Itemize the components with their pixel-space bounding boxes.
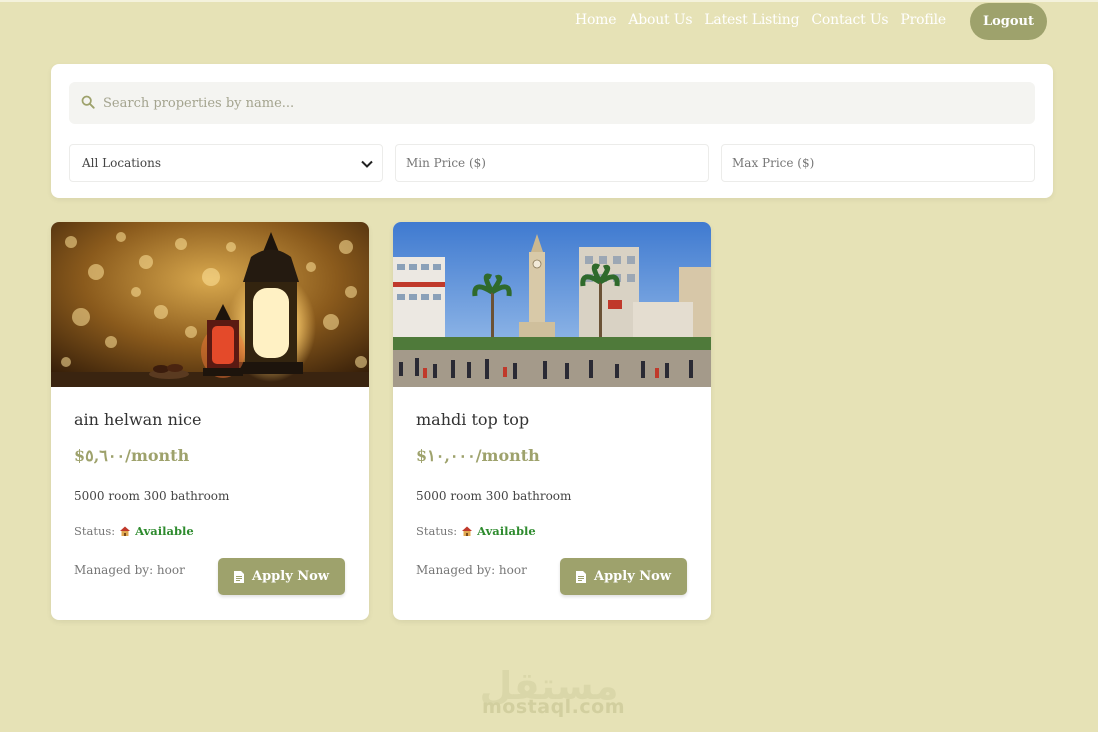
min-price-input[interactable] xyxy=(395,144,709,182)
property-card: mahdi top top $١٠,٠٠٠/month 5000 room 30… xyxy=(393,222,711,620)
nav-link-contact[interactable]: Contact Us xyxy=(811,12,888,28)
document-icon xyxy=(575,570,586,583)
logout-button[interactable]: Logout xyxy=(970,3,1047,40)
status-label: Status: xyxy=(74,524,116,538)
property-title[interactable]: mahdi top top xyxy=(416,410,529,429)
property-price: $٥,٦٠٠/month xyxy=(74,446,190,465)
apply-now-label: Apply Now xyxy=(593,569,672,584)
property-image-lantern xyxy=(51,222,369,387)
status-badge: Available xyxy=(135,524,194,538)
nav-links: Home About Us Latest Listing Contact Us … xyxy=(575,12,946,28)
nav-link-profile[interactable]: Profile xyxy=(900,12,946,28)
search-icon xyxy=(81,95,95,109)
property-status: Status: Available xyxy=(416,524,536,538)
max-price-input[interactable] xyxy=(721,144,1035,182)
property-card: ain helwan nice $٥,٦٠٠/month 5000 room 3… xyxy=(51,222,369,620)
property-title[interactable]: ain helwan nice xyxy=(74,410,201,429)
location-select[interactable]: All Locations xyxy=(69,144,383,182)
property-image-clock-tower xyxy=(393,222,711,387)
nav-link-home[interactable]: Home xyxy=(575,12,617,28)
nav-link-latest-listing[interactable]: Latest Listing xyxy=(704,12,799,28)
property-price: $١٠,٠٠٠/month xyxy=(416,446,540,465)
property-manager: Managed by: hoor xyxy=(416,563,527,577)
property-status: Status: Available xyxy=(74,524,194,538)
apply-now-button[interactable]: Apply Now xyxy=(218,558,345,595)
house-icon xyxy=(120,526,131,536)
status-badge: Available xyxy=(477,524,536,538)
location-select-value: All Locations xyxy=(82,156,161,170)
apply-now-button[interactable]: Apply Now xyxy=(560,558,687,595)
top-navbar: Home About Us Latest Listing Contact Us … xyxy=(0,2,1098,42)
document-icon xyxy=(233,570,244,583)
filter-panel: All Locations xyxy=(51,64,1053,198)
apply-now-label: Apply Now xyxy=(251,569,330,584)
status-label: Status: xyxy=(416,524,458,538)
property-manager: Managed by: hoor xyxy=(74,563,185,577)
search-box xyxy=(69,82,1035,124)
chevron-down-icon xyxy=(361,160,373,168)
property-details: 5000 room 300 bathroom xyxy=(416,489,572,503)
nav-link-about[interactable]: About Us xyxy=(628,12,692,28)
property-details: 5000 room 300 bathroom xyxy=(74,489,230,503)
house-icon xyxy=(462,526,473,536)
search-input[interactable] xyxy=(103,82,1023,124)
watermark-latin-text: mostaql.com xyxy=(482,696,626,718)
